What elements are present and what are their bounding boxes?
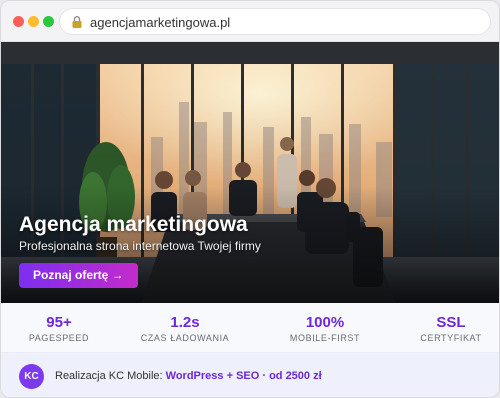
hero-section: Agencja marketingowa Profesjonalna stron… (1, 42, 499, 303)
stat-value: SSL (436, 314, 466, 331)
maximize-window-button[interactable] (43, 16, 54, 27)
kc-avatar: KC (19, 364, 44, 389)
url-text: agencjamarketingowa.pl (90, 15, 231, 30)
credit-footer: KC Realizacja KC Mobile: WordPress + SEO… (1, 353, 499, 397)
stat-label: MOBILE-FIRST (289, 333, 361, 343)
credit-highlight[interactable]: WordPress + SEO · od 2500 zł (166, 370, 322, 382)
browser-toolbar: agencjamarketingowa.pl (1, 1, 499, 42)
hero-title: Agencja marketingowa (19, 213, 248, 236)
credit-prefix: Realizacja KC Mobile: (55, 370, 166, 382)
stat-value: 1.2s (170, 314, 200, 331)
hero-subtitle: Profesjonalna strona internetowa Twojej … (19, 239, 261, 253)
minimize-window-button[interactable] (28, 16, 39, 27)
offer-cta-button[interactable]: Poznaj ofertę → (19, 263, 138, 288)
stat-load-time: 1.2s CZAS ŁADOWANIA (135, 314, 235, 343)
stat-value: 95+ (46, 314, 72, 331)
address-bar[interactable]: agencjamarketingowa.pl (59, 8, 491, 35)
close-window-button[interactable] (13, 16, 24, 27)
browser-window: agencjamarketingowa.pl Agencja marketing… (0, 0, 500, 398)
stat-value: 100% (305, 314, 345, 331)
stat-pagespeed: 95+ PAGESPEED (9, 314, 109, 343)
stat-label: PAGESPEED (28, 333, 90, 343)
stat-ssl: SSL CERTYFIKAT (401, 314, 499, 343)
credit-text: Realizacja KC Mobile: WordPress + SEO · … (55, 370, 322, 382)
stats-bar: 95+ PAGESPEED 1.2s CZAS ŁADOWANIA 100% M… (1, 303, 499, 353)
stat-label: CZAS ŁADOWANIA (140, 333, 230, 343)
stat-label: CERTYFIKAT (420, 333, 482, 343)
lock-icon (72, 16, 82, 28)
stat-mobile-first: 100% MOBILE-FIRST (275, 314, 375, 343)
